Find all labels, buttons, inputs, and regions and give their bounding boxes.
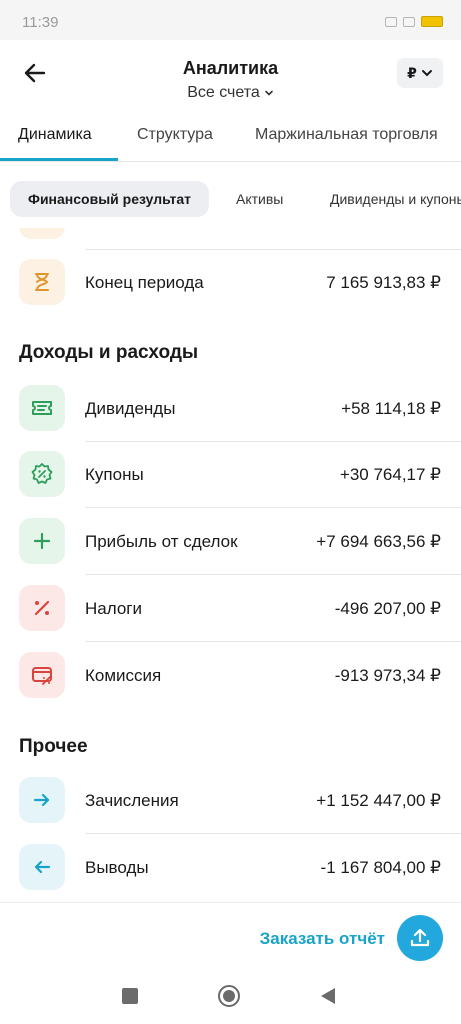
chip-label: Финансовый результат	[28, 191, 191, 207]
chip-assets[interactable]: Активы	[218, 181, 301, 217]
list-item-trade-profit[interactable]: Прибыль от сделок +7 694 663,56 ₽	[0, 509, 461, 575]
arrow-left-icon	[19, 844, 65, 890]
item-value: +30 764,17 ₽	[339, 465, 441, 484]
section-title-other: Прочее	[19, 736, 88, 757]
hourglass-icon	[19, 259, 65, 305]
analytics-list: Конец периода 7 165 913,83 ₽ Доходы и ра…	[0, 228, 461, 902]
list-item-taxes[interactable]: Налоги -496 207,00 ₽	[0, 576, 461, 642]
battery-icon	[421, 16, 443, 27]
divider	[85, 507, 461, 508]
list-item-commission[interactable]: Комиссия -913 973,34 ₽	[0, 643, 461, 709]
tab-margin-trading[interactable]: Маржинальная торговля	[255, 126, 438, 144]
list-item-end-period[interactable]: Конец периода 7 165 913,83 ₽	[0, 250, 461, 316]
item-value: -1 167 804,00 ₽	[320, 858, 441, 877]
status-time: 11:39	[22, 14, 59, 31]
divider	[85, 833, 461, 834]
item-value: +58 114,18 ₽	[341, 399, 441, 418]
bottom-action-bar: Заказать отчёт	[0, 902, 461, 970]
account-selector[interactable]: Все счета	[0, 84, 461, 102]
upload-icon	[410, 928, 430, 947]
home-icon[interactable]	[217, 984, 241, 1008]
arrow-right-icon	[19, 777, 65, 823]
item-value: -496 207,00 ₽	[334, 599, 441, 618]
ticket-icon	[19, 385, 65, 431]
item-value: +1 152 447,00 ₽	[316, 791, 441, 810]
sim-icon	[385, 16, 397, 27]
list-item-scrolled	[0, 228, 461, 250]
coin-icon	[19, 228, 65, 239]
list-item-dividends[interactable]: Дивиденды +58 114,18 ₽	[0, 376, 461, 442]
chevron-down-icon	[421, 70, 432, 77]
tab-dynamics[interactable]: Динамика	[18, 126, 92, 144]
chevron-down-icon	[264, 90, 273, 96]
order-report-button[interactable]	[397, 915, 443, 961]
divider	[85, 641, 461, 642]
item-label: Дивиденды	[85, 399, 176, 418]
list-item-coupons[interactable]: Купоны +30 764,17 ₽	[0, 442, 461, 508]
section-title-income: Доходы и расходы	[19, 342, 199, 363]
item-label: Комиссия	[85, 666, 162, 685]
app-header: Аналитика Все счета ₽	[0, 40, 461, 112]
chip-label: Дивиденды и купоны	[330, 191, 461, 207]
main-tabs: Динамика Структура Маржинальная торговля	[0, 112, 461, 162]
item-label: Купоны	[85, 465, 144, 484]
list-item-withdrawals[interactable]: Выводы -1 167 804,00 ₽	[0, 835, 461, 901]
currency-label: ₽	[407, 64, 417, 81]
item-label: Налоги	[85, 599, 142, 618]
status-icons	[385, 16, 443, 27]
item-label: Зачисления	[85, 791, 179, 810]
wifi-icon	[403, 16, 415, 27]
order-report-link[interactable]: Заказать отчёт	[260, 929, 385, 949]
status-bar: 11:39	[0, 0, 461, 40]
page-title: Аналитика	[182, 58, 279, 78]
active-tab-indicator	[0, 158, 118, 161]
percent-badge-icon	[19, 451, 65, 497]
item-label: Выводы	[85, 858, 149, 877]
percent-icon	[19, 585, 65, 631]
item-value: 7 165 913,83 ₽	[326, 273, 441, 292]
account-selector-label: Все счета	[187, 84, 260, 101]
plus-icon	[19, 518, 65, 564]
currency-selector[interactable]: ₽	[397, 58, 443, 88]
filter-chips: Финансовый результат Активы Дивиденды и …	[0, 178, 461, 222]
card-percent-icon	[19, 652, 65, 698]
tab-structure[interactable]: Структура	[137, 126, 213, 144]
item-label: Конец периода	[85, 273, 204, 292]
item-value: +7 694 663,56 ₽	[316, 532, 441, 551]
recent-apps-icon[interactable]	[118, 984, 142, 1008]
back-triangle-icon[interactable]	[316, 984, 340, 1008]
system-nav-bar	[0, 970, 461, 1024]
item-value: -913 973,34 ₽	[334, 666, 441, 685]
chip-financial-result[interactable]: Финансовый результат	[10, 181, 209, 217]
chip-label: Активы	[236, 191, 284, 207]
divider	[85, 574, 461, 575]
chip-dividends-coupons[interactable]: Дивиденды и купоны	[312, 181, 461, 217]
item-label: Прибыль от сделок	[85, 532, 238, 551]
list-item-deposits[interactable]: Зачисления +1 152 447,00 ₽	[0, 768, 461, 834]
